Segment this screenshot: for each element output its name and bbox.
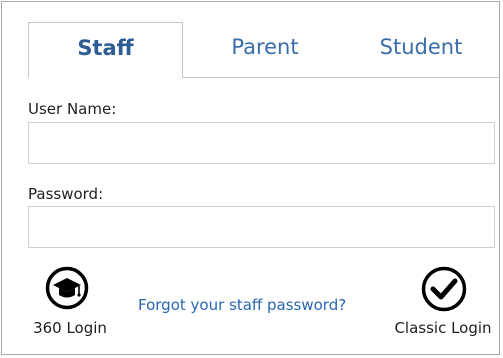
tab-divider [183, 77, 499, 78]
tab-parent[interactable]: Parent [190, 22, 340, 78]
classic-login-label: Classic Login [394, 319, 492, 337]
password-field[interactable] [28, 206, 495, 248]
tab-staff[interactable]: Staff [28, 22, 183, 78]
password-label: Password: [28, 185, 104, 203]
checkmark-circle-icon [421, 266, 467, 312]
graduation-cap-icon [45, 266, 89, 310]
username-label: User Name: [28, 100, 117, 118]
login-tabs: Staff Parent Student [28, 22, 498, 78]
username-field[interactable] [28, 122, 495, 164]
classic-login-button[interactable]: Classic Login [388, 263, 498, 343]
login-360-button[interactable]: 360 Login [24, 263, 116, 343]
forgot-password-link[interactable]: Forgot your staff password? [138, 296, 346, 314]
login-360-label: 360 Login [33, 319, 107, 337]
tab-student[interactable]: Student [346, 22, 496, 78]
